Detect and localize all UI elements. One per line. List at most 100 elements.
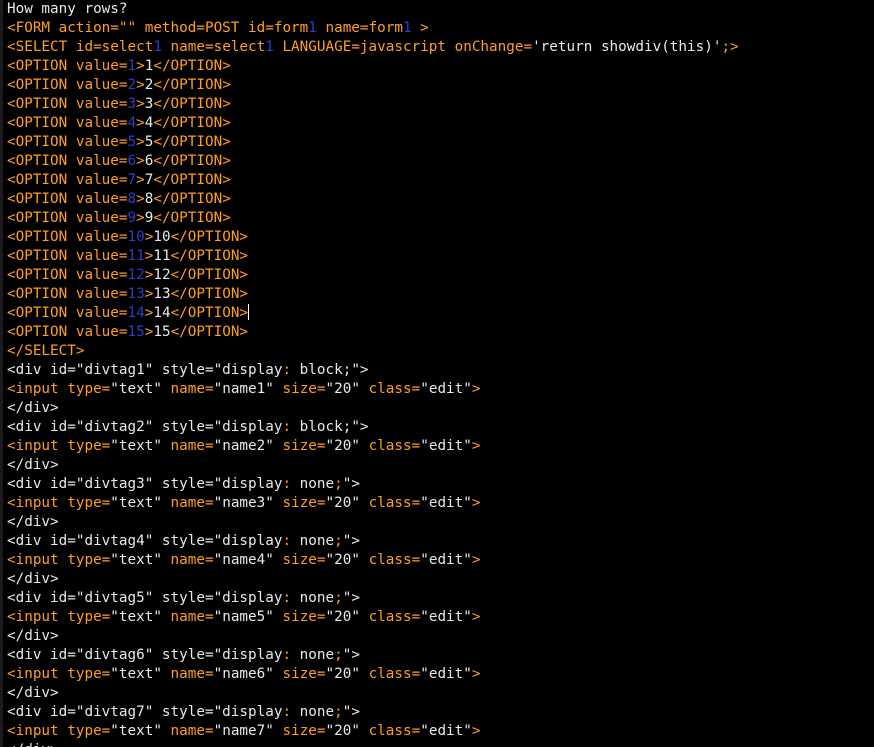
code-line[interactable]: <SELECT id=select1 name=select1 LANGUAGE… bbox=[7, 38, 874, 57]
code-line[interactable]: <OPTION value=2>2</OPTION> bbox=[7, 76, 874, 95]
code-line[interactable]: <OPTION value=7>7</OPTION> bbox=[7, 171, 874, 190]
code-line[interactable]: <input type="text" name="name4" size="20… bbox=[7, 551, 874, 570]
code-line[interactable]: </div> bbox=[7, 627, 874, 646]
code-line[interactable]: <input type="text" name="name6" size="20… bbox=[7, 665, 874, 684]
code-line[interactable]: <OPTION value=4>4</OPTION> bbox=[7, 114, 874, 133]
code-token: size= bbox=[273, 666, 326, 682]
code-token: <SELECT id=select bbox=[7, 39, 154, 55]
code-line[interactable]: <OPTION value=3>3</OPTION> bbox=[7, 95, 874, 114]
code-line[interactable]: <OPTION value=14>14</OPTION> bbox=[7, 304, 874, 323]
code-line[interactable]: <OPTION value=10>10</OPTION> bbox=[7, 228, 874, 247]
code-token: "> bbox=[342, 647, 360, 663]
code-line[interactable]: <div id="divtag3" style="display: none;"… bbox=[7, 475, 874, 494]
code-line[interactable]: <div id="divtag1" style="display: block;… bbox=[7, 361, 874, 380]
code-token: 9 bbox=[127, 210, 137, 226]
code-line[interactable]: </div> bbox=[7, 513, 874, 532]
code-token: > bbox=[136, 191, 145, 207]
code-token: "name4" bbox=[213, 552, 274, 568]
code-line[interactable]: <FORM action="" method=POST id=form1 nam… bbox=[7, 19, 874, 38]
code-token: ; bbox=[334, 590, 343, 606]
code-token: 'return showdiv(this)' bbox=[532, 39, 722, 55]
code-token: </div> bbox=[7, 685, 59, 701]
code-token: 11 bbox=[127, 248, 145, 264]
code-token: : bbox=[282, 590, 292, 606]
code-line[interactable]: <OPTION value=15>15</OPTION> bbox=[7, 323, 874, 342]
code-token: 15 bbox=[127, 324, 145, 340]
code-token: : bbox=[282, 419, 292, 435]
code-line[interactable]: </div> bbox=[7, 741, 874, 747]
code-token: <div id="divtag1" style="display bbox=[7, 362, 283, 378]
code-token: <input type= bbox=[7, 666, 111, 682]
code-token: "edit" bbox=[420, 495, 472, 511]
code-token: 7 bbox=[127, 172, 137, 188]
code-line[interactable]: <OPTION value=5>5</OPTION> bbox=[7, 133, 874, 152]
code-token: 10 bbox=[153, 229, 171, 245]
code-token: name= bbox=[161, 495, 214, 511]
code-token: 14 bbox=[127, 305, 145, 321]
code-token: "name6" bbox=[213, 666, 274, 682]
code-line[interactable]: <OPTION value=9>9</OPTION> bbox=[7, 209, 874, 228]
code-token: class= bbox=[359, 609, 421, 625]
code-token: </OPTION> bbox=[170, 248, 249, 264]
code-line[interactable]: <OPTION value=1>1</OPTION> bbox=[7, 57, 874, 76]
code-content[interactable]: How many rows? <FORM action="" method=POS… bbox=[7, 0, 874, 747]
code-line[interactable]: How many rows? bbox=[7, 0, 874, 19]
code-token: > bbox=[471, 552, 481, 568]
code-token: </OPTION> bbox=[170, 286, 249, 302]
code-token: "text" bbox=[110, 438, 162, 454]
code-token: > bbox=[136, 77, 145, 93]
code-line[interactable]: </SELECT> bbox=[7, 342, 874, 361]
code-token: </div> bbox=[7, 571, 59, 587]
code-line[interactable]: </div> bbox=[7, 399, 874, 418]
code-token: <FORM action="" method=POST id=form bbox=[7, 20, 309, 36]
code-token: block bbox=[291, 419, 343, 435]
code-editor[interactable]: How many rows? <FORM action="" method=POS… bbox=[0, 0, 874, 747]
code-line[interactable]: </div> bbox=[7, 456, 874, 475]
code-token: </div> bbox=[7, 457, 59, 473]
code-line[interactable]: <input type="text" name="name3" size="20… bbox=[7, 494, 874, 513]
code-line[interactable]: <div id="divtag7" style="display: none;"… bbox=[7, 703, 874, 722]
code-line[interactable]: <input type="text" name="name7" size="20… bbox=[7, 722, 874, 741]
code-line[interactable]: <input type="text" name="name1" size="20… bbox=[7, 380, 874, 399]
code-token: "> bbox=[342, 704, 360, 720]
code-token: <OPTION value= bbox=[7, 248, 128, 264]
code-token: 3 bbox=[127, 96, 137, 112]
code-line[interactable]: <OPTION value=6>6</OPTION> bbox=[7, 152, 874, 171]
code-token: class= bbox=[359, 723, 421, 739]
code-line[interactable]: <div id="divtag2" style="display: block;… bbox=[7, 418, 874, 437]
code-token: <OPTION value= bbox=[7, 191, 128, 207]
code-line[interactable]: <input type="text" name="name5" size="20… bbox=[7, 608, 874, 627]
code-line[interactable]: <div id="divtag4" style="display: none;"… bbox=[7, 532, 874, 551]
code-token: How many rows? bbox=[7, 1, 128, 17]
code-token: "name5" bbox=[213, 609, 274, 625]
code-line[interactable]: <div id="divtag5" style="display: none;"… bbox=[7, 589, 874, 608]
code-token: LANGUAGE=javascript onChange= bbox=[273, 39, 533, 55]
code-line[interactable]: <OPTION value=8>8</OPTION> bbox=[7, 190, 874, 209]
code-token: class= bbox=[359, 552, 421, 568]
code-line[interactable]: <div id="divtag6" style="display: none;"… bbox=[7, 646, 874, 665]
code-token: <OPTION value= bbox=[7, 286, 128, 302]
code-line[interactable]: </div> bbox=[7, 684, 874, 703]
code-token: <div id="divtag4" style="display bbox=[7, 533, 283, 549]
code-token: : bbox=[282, 533, 292, 549]
code-line[interactable]: <OPTION value=13>13</OPTION> bbox=[7, 285, 874, 304]
code-token: <input type= bbox=[7, 495, 111, 511]
code-token: : bbox=[282, 647, 292, 663]
code-token: </OPTION> bbox=[153, 172, 231, 188]
code-token: class= bbox=[359, 495, 421, 511]
code-token: <OPTION value= bbox=[7, 96, 128, 112]
code-token: 1 bbox=[402, 20, 412, 36]
code-token: 12 bbox=[127, 267, 145, 283]
code-token: "20" bbox=[325, 723, 360, 739]
code-token: "20" bbox=[325, 495, 360, 511]
code-token: <OPTION value= bbox=[7, 134, 128, 150]
code-line[interactable]: <input type="text" name="name2" size="20… bbox=[7, 437, 874, 456]
code-token: 1 bbox=[265, 39, 274, 55]
code-line[interactable]: </div> bbox=[7, 570, 874, 589]
code-token: </div> bbox=[7, 628, 59, 644]
code-line[interactable]: <OPTION value=11>11</OPTION> bbox=[7, 247, 874, 266]
code-token: </OPTION> bbox=[153, 96, 231, 112]
code-token: : bbox=[282, 476, 292, 492]
code-token: <div id="divtag5" style="display bbox=[7, 590, 283, 606]
code-line[interactable]: <OPTION value=12>12</OPTION> bbox=[7, 266, 874, 285]
